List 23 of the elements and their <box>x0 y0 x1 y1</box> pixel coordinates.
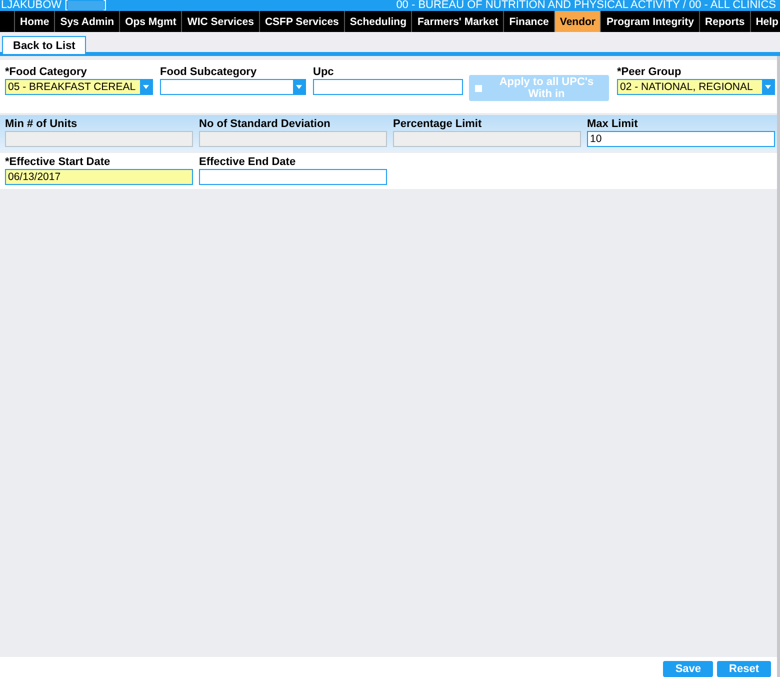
input-field[interactable] <box>199 169 387 185</box>
field-label: Upc <box>313 66 335 79</box>
redacted-block <box>68 1 104 10</box>
field-label: Min # of Units <box>5 118 78 131</box>
nav-tab[interactable]: Vendor <box>554 11 600 32</box>
user-name: LJAKUBOW [ <box>1 0 68 11</box>
field-label: *Peer Group <box>617 66 682 79</box>
dropdown-field[interactable]: 02 - NATIONAL, REGIONAL <box>617 79 775 95</box>
field-label: Effective End Date <box>199 156 297 169</box>
back-to-list-tab[interactable]: Back to List <box>2 36 86 54</box>
field-label: Max Limit <box>587 118 639 131</box>
field-label: No of Standard Deviation <box>199 118 332 131</box>
field-label: Food Subcategory <box>160 66 258 79</box>
field-label: Percentage Limit <box>393 118 483 131</box>
dropdown-field[interactable]: 05 - BREAKFAST CEREAL <box>5 79 153 95</box>
input-field[interactable]: 06/13/2017 <box>5 169 193 185</box>
bracket: ] <box>104 0 107 11</box>
field-label: *Food Category <box>5 66 88 79</box>
field-label: *Effective Start Date <box>5 156 112 169</box>
clinic-context: 00 - BUREAU OF NUTRITION AND PHYSICAL ACTIVITY / 00 - ALL CLINICS <box>396 0 776 11</box>
input-field[interactable]: 10 <box>587 131 775 147</box>
dropdown-field[interactable] <box>160 79 306 95</box>
input-field[interactable] <box>313 79 463 95</box>
